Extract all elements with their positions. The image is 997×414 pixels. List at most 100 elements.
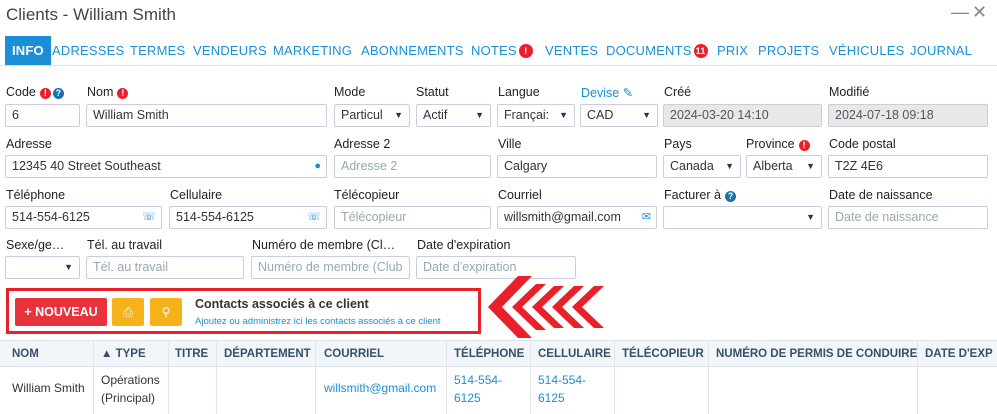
chevron-arrows-icon <box>488 276 604 338</box>
province-select[interactable]: Alberta ▼ <box>746 155 822 178</box>
minimize-icon[interactable]: — <box>951 2 969 23</box>
pays-select[interactable]: Canada ▼ <box>663 155 741 178</box>
tab-ventes[interactable]: VENTES <box>545 36 598 65</box>
cellulaire-label: Cellulaire <box>170 188 223 202</box>
cell-courriel-link[interactable]: willsmith@gmail.com <box>324 381 436 395</box>
tab-projets[interactable]: PROJETS <box>758 36 819 65</box>
adresse2-field[interactable]: Adresse 2 <box>334 155 491 178</box>
adresse2-label: Adresse 2 <box>334 137 391 151</box>
col-date-exp[interactable]: DATE D'EXP <box>925 348 993 360</box>
statut-select[interactable]: Actif ▼ <box>416 104 491 127</box>
col-nom[interactable]: NOM <box>12 348 39 360</box>
statut-label: Statut <box>416 85 449 99</box>
modifie-label: Modifié <box>829 85 870 99</box>
tab-prix[interactable]: PRIX <box>717 36 748 65</box>
naissance-label: Date de naissance <box>829 188 933 202</box>
cell-telephone-link[interactable]: 514-554- <box>454 373 502 387</box>
naissance-field[interactable]: Date de naissance <box>828 206 988 229</box>
tel-travail-label: Tél. au travail <box>87 238 163 252</box>
cell-type-principal: (Principal) <box>101 391 156 405</box>
required-icon: ! <box>117 88 129 99</box>
edit-icon[interactable]: ✎ <box>623 86 633 100</box>
devise-label[interactable]: Devise ✎ <box>581 85 633 100</box>
tab-marketing[interactable]: MARKETING <box>273 36 352 65</box>
sexe-label: Sexe/ge… <box>6 238 65 252</box>
globe-icon[interactable]: ● <box>314 156 321 177</box>
print-icon: ⎙ <box>123 305 133 319</box>
tab-documents[interactable]: DOCUMENTS 11 <box>606 36 708 65</box>
cree-label: Créé <box>664 85 692 99</box>
cell-telephone-link-2[interactable]: 6125 <box>454 391 481 405</box>
chevron-down-icon: ▼ <box>806 212 815 222</box>
pays-label: Pays <box>664 137 692 151</box>
tab-abonnements[interactable]: ABONNEMENTS <box>361 36 464 65</box>
search-icon: ⚲ <box>161 305 171 319</box>
chevron-down-icon: ▼ <box>394 110 403 120</box>
cell-type: Opérations <box>101 373 160 387</box>
table-row[interactable]: William Smith Opérations (Principal) wil… <box>0 367 997 414</box>
tab-notes[interactable]: NOTES! <box>471 36 533 65</box>
devise-select[interactable]: CAD ▼ <box>580 104 658 127</box>
documents-count-badge: 11 <box>693 44 708 58</box>
telephone-label: Téléphone <box>6 188 66 202</box>
modifie-field: 2024-07-18 09:18 <box>828 104 988 127</box>
tab-termes[interactable]: TERMES <box>130 36 185 65</box>
chevron-down-icon: ▼ <box>806 161 815 171</box>
tab-info[interactable]: INFO <box>5 36 51 65</box>
cell-nom: William Smith <box>12 381 85 395</box>
col-departement[interactable]: DÉPARTEMENT <box>224 348 311 360</box>
contacts-table-header: NOM ▲ TYPE TITRE DÉPARTEMENT COURRIEL TÉ… <box>0 340 997 367</box>
langue-select[interactable]: Françai: ▼ <box>497 104 575 127</box>
col-titre[interactable]: TITRE <box>175 348 208 360</box>
sexe-select[interactable]: ▼ <box>5 256 80 279</box>
envelope-icon[interactable]: ✉ <box>642 207 651 228</box>
tab-bar: INFO ADRESSES TERMES VENDEURS MARKETING … <box>0 36 997 66</box>
required-icon: ! <box>798 140 810 151</box>
membre-field[interactable]: Numéro de membre (Club <box>251 256 410 279</box>
ville-label: Ville <box>498 137 522 151</box>
chevron-down-icon: ▼ <box>642 110 651 120</box>
ville-field[interactable]: Calgary <box>497 155 657 178</box>
membre-label: Numéro de membre (Cl… <box>252 238 396 252</box>
telecopieur-label: Télécopieur <box>334 188 400 202</box>
cellulaire-field[interactable]: 514-554-6125 ☏ <box>169 206 327 229</box>
expiration-label: Date d'expiration <box>417 238 511 252</box>
cell-cellulaire-link[interactable]: 514-554- <box>538 373 586 387</box>
tab-vendeurs[interactable]: VENDEURS <box>193 36 267 65</box>
tab-vehicules[interactable]: VÉHICULES <box>829 36 905 65</box>
col-cellulaire[interactable]: CELLULAIRE <box>538 348 611 360</box>
code-label: Code!? <box>6 85 64 99</box>
col-courriel[interactable]: COURRIEL <box>324 348 384 360</box>
close-icon[interactable]: ✕ <box>972 2 987 23</box>
facturer-label: Facturer à? <box>664 188 736 202</box>
col-permis[interactable]: NUMÉRO DE PERMIS DE CONDUIRE <box>716 348 917 360</box>
tab-adresses[interactable]: ADRESSES <box>52 36 124 65</box>
tab-journal[interactable]: JOURNAL <box>910 36 972 65</box>
cree-field: 2024-03-20 14:10 <box>663 104 822 127</box>
courriel-field[interactable]: willsmith@gmail.com ✉ <box>497 206 657 229</box>
nom-field[interactable]: William Smith <box>86 104 327 127</box>
search-button[interactable]: ⚲ <box>150 298 182 326</box>
tel-travail-field[interactable]: Tél. au travail <box>86 256 244 279</box>
cell-cellulaire-link-2[interactable]: 6125 <box>538 391 565 405</box>
code-field[interactable]: 6 <box>5 104 80 127</box>
facturer-select[interactable]: ▼ <box>663 206 822 229</box>
print-button[interactable]: ⎙ <box>112 298 144 326</box>
mode-select[interactable]: Particul ▼ <box>334 104 410 127</box>
code-postal-field[interactable]: T2Z 4E6 <box>828 155 988 178</box>
col-telecopieur[interactable]: TÉLÉCOPIEUR <box>622 348 704 360</box>
title-bar: Clients - William Smith — ✕ <box>0 0 997 32</box>
phone-icon[interactable]: ☏ <box>142 207 156 228</box>
help-icon[interactable]: ? <box>52 88 64 99</box>
telecopieur-field[interactable]: Télécopieur <box>334 206 491 229</box>
adresse-field[interactable]: 12345 40 Street Southeast ● <box>5 155 327 178</box>
chevron-down-icon: ▼ <box>64 262 73 272</box>
contacts-toolbar-highlight: + NOUVEAU ⎙ ⚲ Contacts associés à ce cli… <box>6 288 481 334</box>
courriel-label: Courriel <box>498 188 542 202</box>
col-telephone[interactable]: TÉLÉPHONE <box>454 348 524 360</box>
help-icon[interactable]: ? <box>724 191 736 202</box>
phone-icon[interactable]: ☏ <box>307 207 321 228</box>
new-contact-button[interactable]: + NOUVEAU <box>15 298 107 326</box>
telephone-field[interactable]: 514-554-6125 ☏ <box>5 206 162 229</box>
col-type[interactable]: ▲ TYPE <box>101 348 146 360</box>
